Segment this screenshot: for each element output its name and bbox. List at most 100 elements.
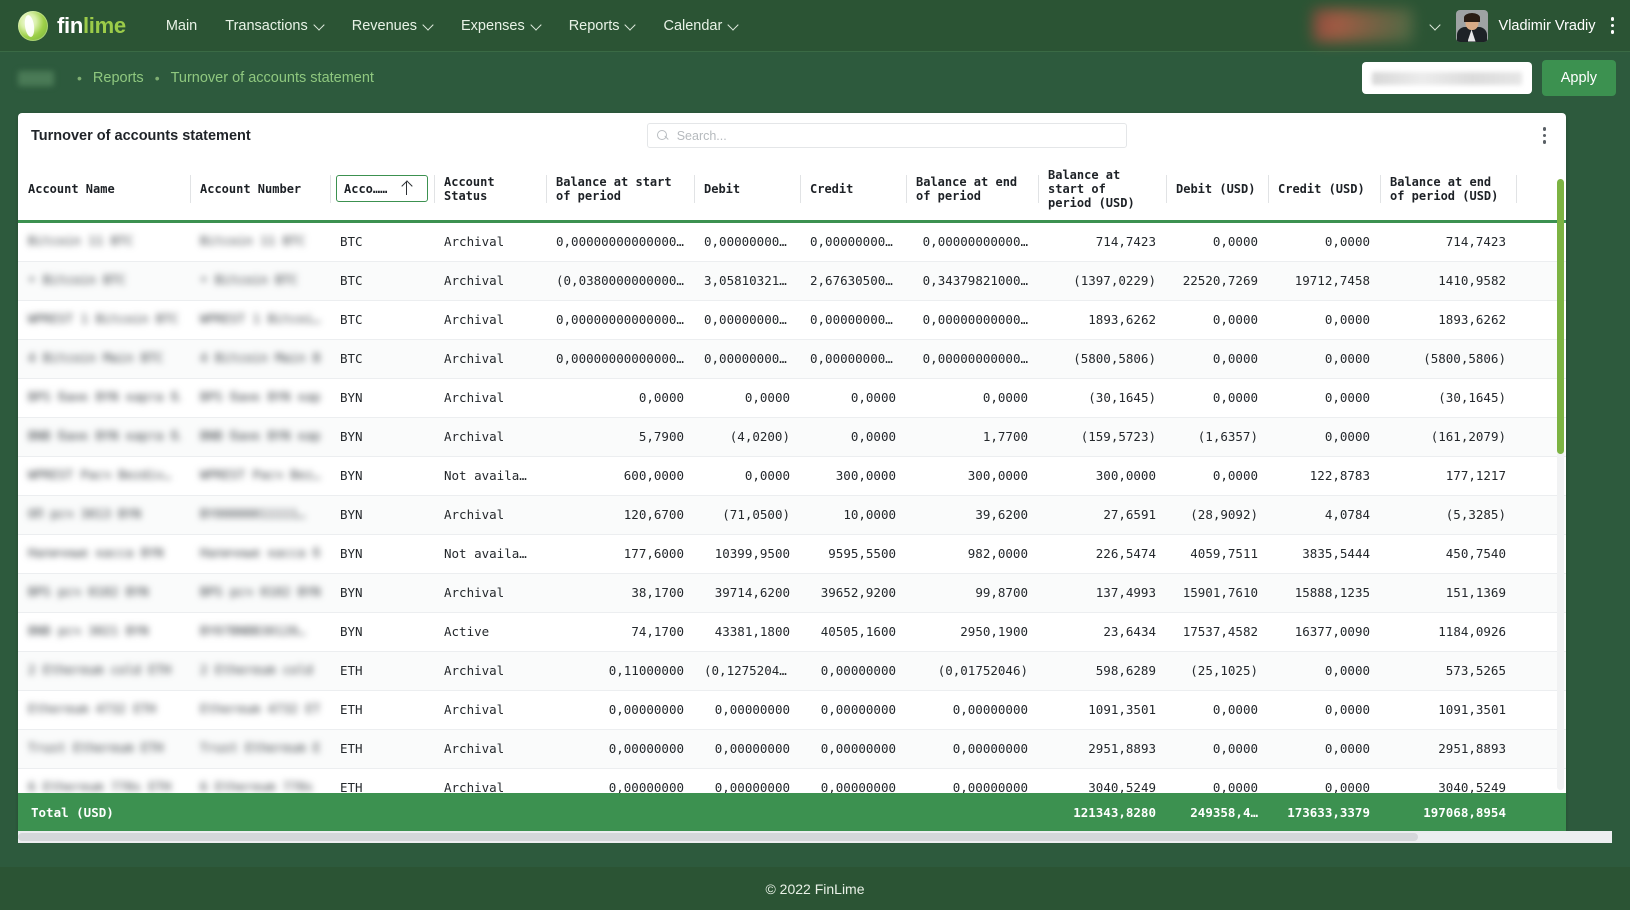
avatar[interactable] xyxy=(1456,10,1488,42)
totals-row: Total (USD) 121343,8280 249358,4… 173633… xyxy=(18,793,1566,831)
cell-account_name: BNB рсч 3021 BYN xyxy=(18,612,190,651)
cell-debit_usd: 22520,7269 xyxy=(1166,261,1268,300)
cell-bal_start: 0,0000000000000000 xyxy=(546,221,694,261)
table-row[interactable]: Trust Ethereum ETHTrust Ethereum E…ETHAr… xyxy=(18,729,1566,768)
chevron-down-icon xyxy=(315,21,324,30)
table-row[interactable]: • Bitcoin BTC• Bitcoin BTCBTCArchival(0,… xyxy=(18,261,1566,300)
search-box[interactable] xyxy=(647,123,1127,148)
main-menu: Main Transactions Revenues Expenses Repo… xyxy=(152,10,753,42)
search-input[interactable] xyxy=(677,129,1117,143)
horizontal-scrollbar[interactable] xyxy=(18,831,1612,843)
report-card: Turnover of accounts statement Account N… xyxy=(18,113,1566,831)
redacted-value: BY00000011111… xyxy=(200,506,305,521)
col-header-account-number[interactable]: Account Number xyxy=(190,158,330,221)
breadcrumb-item-redacted[interactable] xyxy=(18,71,54,86)
brand-logo-link[interactable]: finlime xyxy=(18,11,126,41)
nav-item-transactions[interactable]: Transactions xyxy=(211,10,337,42)
cell-bal_end_usd: 1184,0926 xyxy=(1380,612,1516,651)
cell-account_number: BPS рсч 0102 BYN xyxy=(190,573,330,612)
redacted-value: WPREST Расч Bezdiv… xyxy=(28,467,171,482)
cell-bal_end: 2950,1900 xyxy=(906,612,1038,651)
table-row[interactable]: BPS рсч 0102 BYNBPS рсч 0102 BYNBYNArchi… xyxy=(18,573,1566,612)
col-header-debit-usd[interactable]: Debit (USD) xyxy=(1166,158,1268,221)
table-row[interactable]: BPS банк BYN карта б…BPS банк BYN кар…BY… xyxy=(18,378,1566,417)
cell-bal_end: 300,0000 xyxy=(906,456,1038,495)
table-row[interactable]: Bitcoin 11 BTCBitcoin 11 BTCBTCArchival0… xyxy=(18,221,1566,261)
horizontal-scrollbar-thumb[interactable] xyxy=(18,833,1418,841)
sort-active-box[interactable]: Acco… Curr… xyxy=(336,175,428,202)
table-row[interactable]: ОП рсч 3013 BYNBY00000011111…BYNArchival… xyxy=(18,495,1566,534)
table-row[interactable]: 4 Bitcoin Main BTC4 Bitcoin Main BTCBTCA… xyxy=(18,339,1566,378)
user-menu-kebab-icon[interactable] xyxy=(1609,13,1617,38)
table-row[interactable]: BNB банк BYN карта б…BNB банк BYN кар…BY… xyxy=(18,417,1566,456)
col-header-balance-end[interactable]: Balance at end of period xyxy=(906,158,1038,221)
table-row[interactable]: Ethereum 4732 ETHEthereum 4732 ETHETHArc… xyxy=(18,690,1566,729)
redacted-value: BY07BNBB30120… xyxy=(200,623,305,638)
col-header-account-status[interactable]: Account Status xyxy=(434,158,546,221)
table-row[interactable]: WPREST Расч Bezdiv…WPREST Расч Bez…BYNNo… xyxy=(18,456,1566,495)
col-header-debit[interactable]: Debit xyxy=(694,158,800,221)
redacted-value: 6 Ethereum 770s … xyxy=(200,779,320,794)
col-header-account-currency[interactable]: Acco… Curr… xyxy=(330,158,434,221)
nav-item-main[interactable]: Main xyxy=(152,10,211,42)
table-scroll-area[interactable]: Account Name Account Number Acco… Curr… … xyxy=(18,158,1566,831)
cell-bal_end_usd: (5800,5806) xyxy=(1380,339,1516,378)
brand-wordmark: finlime xyxy=(57,13,126,39)
redacted-value: Trust Ethereum E… xyxy=(200,740,320,755)
redacted-company-selector[interactable] xyxy=(1313,9,1413,42)
col-header-credit[interactable]: Credit xyxy=(800,158,906,221)
sort-ascending-arrow-icon[interactable] xyxy=(401,181,412,196)
cell-credit_usd: 122,8783 xyxy=(1268,456,1380,495)
cell-debit: 0,0000 xyxy=(694,378,800,417)
redacted-value: Bitcoin 11 BTC xyxy=(28,233,133,248)
cell-account_curr: BTC xyxy=(330,221,434,261)
cell-account_name: WPREST Расч Bezdiv… xyxy=(18,456,190,495)
date-range-input[interactable] xyxy=(1362,62,1532,94)
col-header-balance-start-label: Balance at start of period xyxy=(556,175,684,203)
cell-bal_start: 0,00000000 xyxy=(546,690,694,729)
vertical-scrollbar-thumb[interactable] xyxy=(1557,179,1564,454)
cell-account_curr: BYN xyxy=(330,378,434,417)
nav-item-expenses[interactable]: Expenses xyxy=(447,10,555,42)
table-row[interactable]: 2 Ethereum cold ETH2 Ethereum cold …ETHA… xyxy=(18,651,1566,690)
cell-debit: 3,058103210… xyxy=(694,261,800,300)
col-header-balance-start-usd[interactable]: Balance at start of period (USD) xyxy=(1038,158,1166,221)
nav-item-calendar[interactable]: Calendar xyxy=(649,10,752,42)
vertical-scrollbar[interactable] xyxy=(1557,179,1564,790)
nav-item-revenues[interactable]: Revenues xyxy=(338,10,447,42)
col-header-account-name[interactable]: Account Name xyxy=(18,158,190,221)
cell-bal_end: 0,0000 xyxy=(906,378,1038,417)
cell-account_number: BPS банк BYN кар… xyxy=(190,378,330,417)
cell-credit: 0,00000000 xyxy=(800,651,906,690)
cell-credit: 0,000000000… xyxy=(800,221,906,261)
table-row[interactable]: BNB рсч 3021 BYNBY07BNBB30120…BYNActive7… xyxy=(18,612,1566,651)
table-row[interactable]: Наличные касса BYNНаличные касса б…BYNNo… xyxy=(18,534,1566,573)
total-credit-usd: 173633,3379 xyxy=(1268,805,1380,820)
cell-bal_start_usd: (159,5723) xyxy=(1038,417,1166,456)
redacted-value: 6 Ethereum 770s ETH xyxy=(28,779,171,794)
table-row[interactable]: WPREST 1 Bitcoin BTCWPREST 1 Bitcoi…BTCA… xyxy=(18,300,1566,339)
breadcrumb-item-current[interactable]: Turnover of accounts statement xyxy=(171,70,374,86)
user-name: Vladimir Vradiy xyxy=(1499,18,1596,34)
col-header-balance-start[interactable]: Balance at start of period xyxy=(546,158,694,221)
redacted-value: 2 Ethereum cold ETH xyxy=(28,662,171,677)
cell-debit_usd: 0,0000 xyxy=(1166,300,1268,339)
nav-item-reports[interactable]: Reports xyxy=(555,10,650,42)
cell-account_curr: BYN xyxy=(330,417,434,456)
cell-credit_usd: 0,0000 xyxy=(1268,651,1380,690)
redacted-value: BNB рсч 3021 BYN xyxy=(28,623,148,638)
card-options-kebab-icon[interactable] xyxy=(1539,123,1551,148)
col-header-credit-usd[interactable]: Credit (USD) xyxy=(1268,158,1380,221)
redacted-value: BPS рсч 0102 BYN xyxy=(200,584,320,599)
cell-account_curr: BTC xyxy=(330,339,434,378)
apply-button[interactable]: Apply xyxy=(1542,60,1616,96)
cell-debit: 0,000000000… xyxy=(694,300,800,339)
cell-debit: (4,0200) xyxy=(694,417,800,456)
nav-item-main-label: Main xyxy=(166,18,197,34)
col-header-balance-end-usd[interactable]: Balance at end of period (USD) xyxy=(1380,158,1516,221)
cell-account_status: Archival xyxy=(434,651,546,690)
cell-bal_start: 5,7900 xyxy=(546,417,694,456)
cell-bal_end: 982,0000 xyxy=(906,534,1038,573)
breadcrumb-item-reports[interactable]: Reports xyxy=(93,70,144,86)
company-selector-chevron[interactable] xyxy=(1429,15,1456,36)
